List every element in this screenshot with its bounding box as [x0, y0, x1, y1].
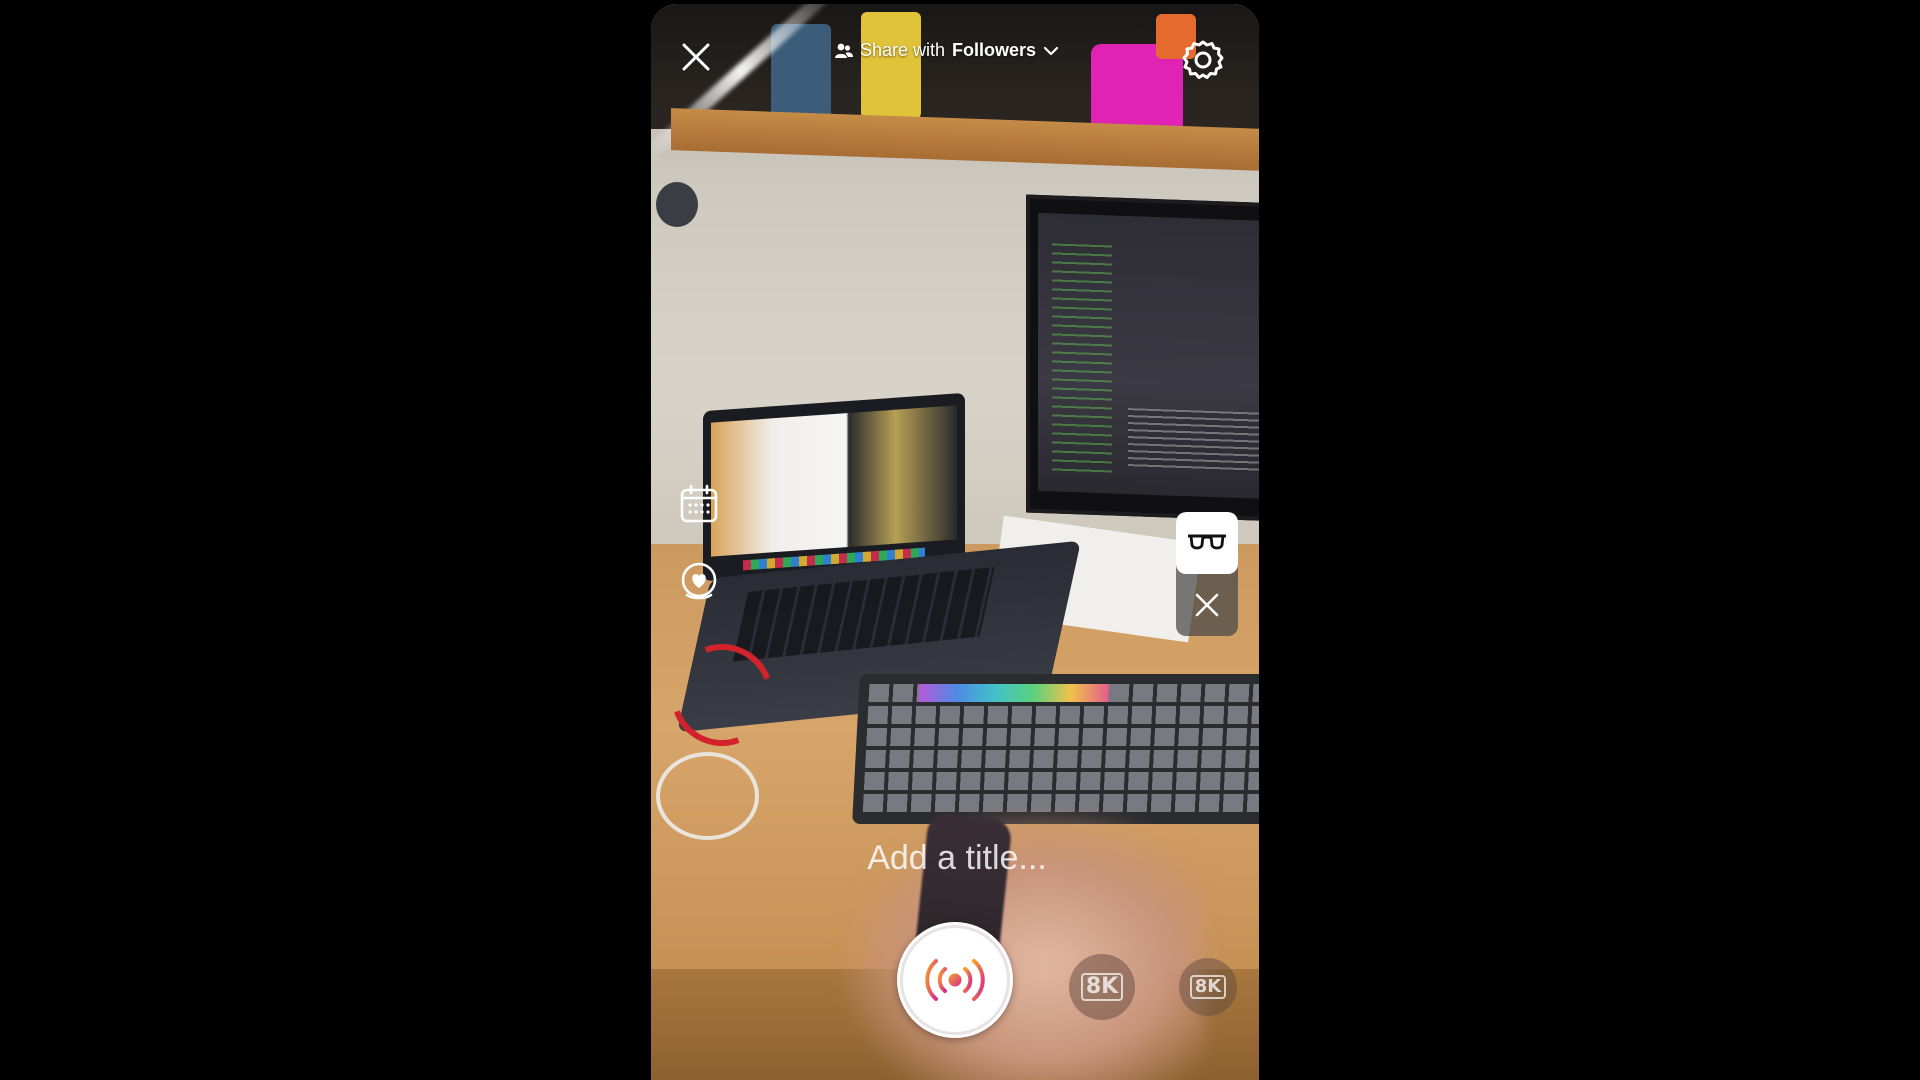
- effect-8k-label: 8K: [1189, 975, 1227, 999]
- go-live-inner-ring: [900, 925, 1010, 1035]
- close-icon: [1195, 593, 1219, 617]
- effect-8k-button[interactable]: 8K: [1069, 954, 1135, 1020]
- people-icon: [835, 43, 853, 58]
- share-prefix-text: Share with: [860, 40, 946, 60]
- title-input[interactable]: [755, 838, 1159, 879]
- fundraiser-button[interactable]: [677, 560, 721, 604]
- heart-badge-icon: [681, 562, 717, 600]
- audience-selector[interactable]: Share with Followers: [835, 40, 1059, 61]
- calendar-icon: [680, 484, 718, 523]
- glasses-icon: [1188, 534, 1226, 550]
- effect-8k-label: 8K: [1080, 973, 1124, 1001]
- overlay-controls: Share with Followers Add a title... 8K 8…: [651, 4, 1259, 1080]
- go-live-button[interactable]: [897, 922, 1013, 1038]
- close-button[interactable]: [673, 34, 719, 80]
- settings-button[interactable]: [1179, 36, 1227, 84]
- share-audience-text: Followers: [952, 40, 1037, 60]
- close-icon: [682, 43, 710, 71]
- schedule-button[interactable]: [677, 482, 721, 526]
- live-camera-screen: Share with Followers Add a title... 8K 8…: [651, 4, 1259, 1080]
- gear-icon: [1182, 40, 1224, 79]
- effect-8k-button[interactable]: 8K: [1179, 958, 1237, 1016]
- face-filter-panel: [1176, 512, 1238, 636]
- glasses-filter-button[interactable]: [1176, 512, 1238, 574]
- remove-filter-button[interactable]: [1176, 574, 1238, 636]
- broadcast-icon: [925, 959, 985, 1001]
- chevron-down-icon: [1043, 46, 1059, 55]
